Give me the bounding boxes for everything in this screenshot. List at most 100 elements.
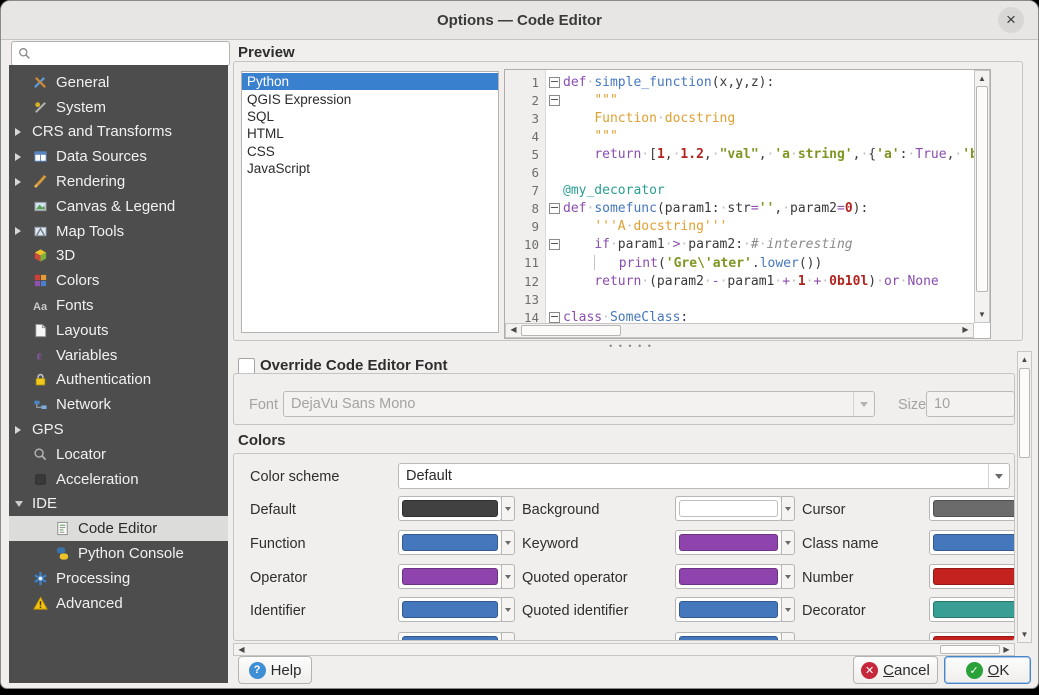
scroll-up-icon[interactable]: ▲: [1018, 353, 1031, 366]
color-swatch-operator[interactable]: [398, 564, 502, 589]
color-swatch-partial[interactable]: [929, 632, 1015, 641]
settings-horizontal-scrollbar[interactable]: ◀ ▶: [233, 643, 1015, 656]
swatch-label: Number: [802, 570, 854, 586]
help-button[interactable]: ? Help: [238, 656, 312, 684]
color-swatch-class-name[interactable]: [929, 530, 1015, 555]
swatch-caret-icon[interactable]: [501, 530, 515, 555]
swatch-caret-icon[interactable]: [781, 564, 795, 589]
color-swatch-identifier[interactable]: [398, 597, 502, 622]
sidebar-item-advanced[interactable]: Advanced: [9, 591, 228, 616]
language-item-qgis-expression[interactable]: QGIS Expression: [242, 90, 498, 107]
color-swatch-number[interactable]: [929, 564, 1015, 589]
language-item-css[interactable]: CSS: [242, 143, 498, 160]
swatch-caret-icon[interactable]: [501, 632, 515, 641]
fold-marker-icon[interactable]: [549, 203, 560, 214]
fold-marker-icon[interactable]: [549, 77, 560, 88]
sidebar-item-fonts[interactable]: AaFonts: [9, 293, 228, 318]
settings-vertical-scrollbar[interactable]: ▲ ▼: [1017, 351, 1032, 643]
code-horizontal-scrollbar[interactable]: ◀ ▶: [505, 323, 974, 338]
color-swatch-partial[interactable]: [675, 632, 782, 641]
code-preview[interactable]: 1def·simple_function(x,y,z):2 """3 Funct…: [504, 69, 991, 339]
fonts-icon: Aa: [32, 298, 49, 314]
code-line: 2 """: [505, 91, 974, 109]
swatch-label: Keyword: [522, 536, 578, 552]
sidebar-item-map-tools[interactable]: Map Tools: [9, 219, 228, 244]
code-line: 8def·somefunc(param1:·str='',·param2=0):: [505, 200, 974, 218]
color-swatch-function[interactable]: [398, 530, 502, 555]
sidebar-search[interactable]: [11, 41, 230, 66]
sidebar-item-network[interactable]: Network: [9, 392, 228, 417]
sidebar-item-canvas-legend[interactable]: Canvas & Legend: [9, 194, 228, 219]
ok-button[interactable]: ✓ OK: [944, 656, 1031, 684]
font-combo[interactable]: DejaVu Sans Mono: [283, 391, 875, 417]
sidebar-item-code-editor[interactable]: Code Editor: [9, 516, 228, 541]
color-swatch-decorator[interactable]: [929, 597, 1015, 622]
override-font-label: Override Code Editor Font: [260, 357, 448, 374]
sidebar-item-general[interactable]: General: [9, 70, 228, 95]
sidebar-item-gps[interactable]: GPS: [9, 417, 228, 442]
sidebar-item-ide[interactable]: IDE: [9, 492, 228, 517]
sidebar-item-python-console[interactable]: Python Console: [9, 541, 228, 566]
scroll-right-icon[interactable]: ▶: [959, 324, 972, 337]
code-vscroll-thumb[interactable]: [976, 86, 988, 292]
sidebar-item-rendering[interactable]: Rendering: [9, 169, 228, 194]
sidebar-item-acceleration[interactable]: Acceleration: [9, 467, 228, 492]
fold-marker-icon[interactable]: [549, 95, 560, 106]
color-scheme-combo[interactable]: Default: [398, 463, 1010, 489]
language-item-html[interactable]: HTML: [242, 125, 498, 142]
colors-heading: Colors: [238, 432, 286, 449]
scroll-left-icon[interactable]: ◀: [235, 644, 248, 655]
scroll-down-icon[interactable]: ▼: [975, 308, 989, 321]
sidebar-item-layouts[interactable]: Layouts: [9, 318, 228, 343]
settings-hscroll-thumb[interactable]: [940, 645, 1000, 654]
sidebar-item-colors[interactable]: Colors: [9, 268, 228, 293]
color-swatch-background[interactable]: [675, 496, 782, 521]
search-input[interactable]: [35, 45, 229, 62]
swatch-caret-icon[interactable]: [781, 530, 795, 555]
cancel-button[interactable]: ✕ Cancel: [853, 656, 938, 684]
code-vertical-scrollbar[interactable]: ▲ ▼: [974, 70, 990, 323]
sidebar-item-system[interactable]: System: [9, 95, 228, 120]
scroll-right-icon[interactable]: ▶: [1000, 644, 1013, 655]
swatch-caret-icon[interactable]: [501, 597, 515, 622]
scroll-down-icon[interactable]: ▼: [1018, 628, 1031, 641]
splitter-handle[interactable]: • • • • •: [599, 342, 663, 350]
magnifier-icon: [32, 446, 49, 462]
color-swatch-keyword[interactable]: [675, 530, 782, 555]
sidebar-item-authentication[interactable]: Authentication: [9, 368, 228, 393]
scroll-left-icon[interactable]: ◀: [507, 324, 520, 337]
swatch-caret-icon[interactable]: [501, 564, 515, 589]
warning-icon: [32, 595, 49, 611]
fold-marker-icon[interactable]: [549, 312, 560, 323]
sidebar-item-label: General: [56, 74, 109, 91]
color-swatch-default[interactable]: [398, 496, 502, 521]
color-swatch-quoted-operator[interactable]: [675, 564, 782, 589]
swatch-caret-icon[interactable]: [501, 496, 515, 521]
color-swatch-partial[interactable]: [398, 632, 502, 641]
swatch-caret-icon[interactable]: [781, 632, 795, 641]
close-button[interactable]: ×: [998, 7, 1024, 33]
sidebar-item-crs-and-transforms[interactable]: CRS and Transforms: [9, 120, 228, 145]
sidebar-item-locator[interactable]: Locator: [9, 442, 228, 467]
language-item-python[interactable]: Python: [242, 73, 498, 90]
dropdown-caret-icon: [853, 392, 874, 416]
settings-vscroll-thumb[interactable]: [1019, 368, 1030, 458]
epsilon-icon: ε: [32, 347, 49, 363]
fold-marker-icon[interactable]: [549, 239, 560, 250]
sidebar-item-variables[interactable]: εVariables: [9, 343, 228, 368]
language-item-sql[interactable]: SQL: [242, 108, 498, 125]
swatch-caret-icon[interactable]: [781, 597, 795, 622]
title-bar[interactable]: Options — Code Editor ×: [1, 1, 1038, 40]
language-item-javascript[interactable]: JavaScript: [242, 160, 498, 177]
table-icon: [32, 149, 49, 165]
swatch-caret-icon[interactable]: [781, 496, 795, 521]
sidebar-item-processing[interactable]: Processing: [9, 566, 228, 591]
scroll-up-icon[interactable]: ▲: [975, 72, 989, 85]
sidebar-item-data-sources[interactable]: Data Sources: [9, 144, 228, 169]
color-swatch-cursor[interactable]: [929, 496, 1015, 521]
code-hscroll-thumb[interactable]: [521, 325, 621, 336]
page-icon: [32, 322, 49, 338]
color-swatch-quoted-identifier[interactable]: [675, 597, 782, 622]
size-spinbox[interactable]: 10: [926, 391, 1015, 417]
sidebar-item-3d[interactable]: 3D: [9, 244, 228, 269]
